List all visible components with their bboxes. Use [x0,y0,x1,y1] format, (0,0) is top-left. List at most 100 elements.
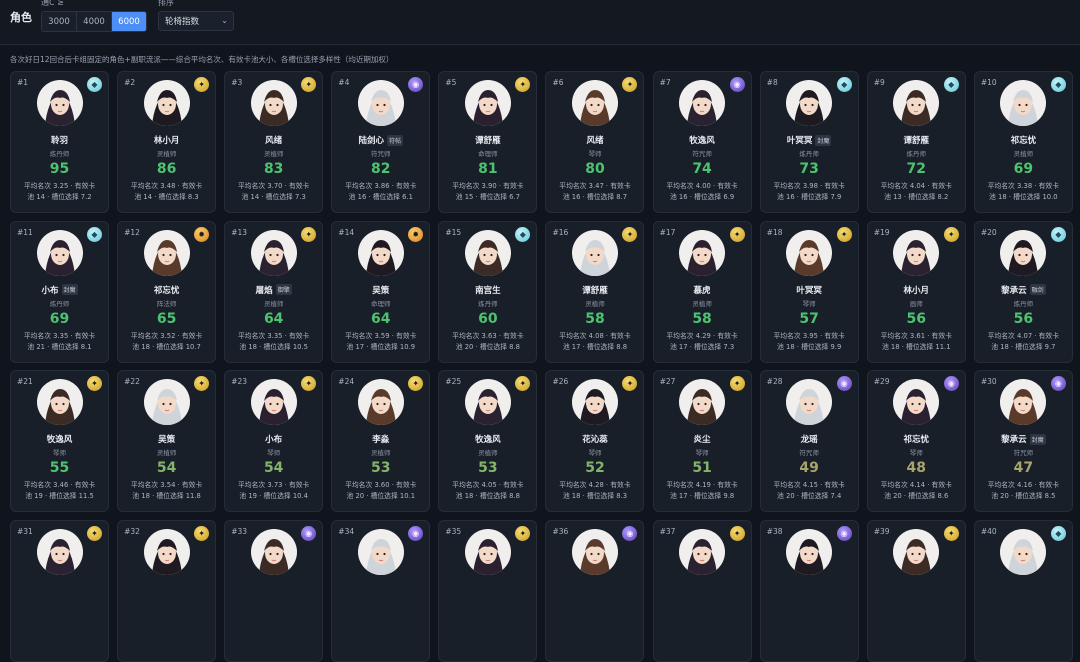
score-value: 69 [1013,161,1034,177]
character-role: 炼丹师 [49,299,70,308]
character-card[interactable]: #6 ✦ 风绪 琴师 80 平均名次 3.47 · 有效卡 池 16 · 槽位选… [545,71,645,213]
threshold-option-3000[interactable]: 3000 [42,12,77,31]
character-card[interactable]: #12 ✹ 祁忘忧 阵法师 65 平均名次 3.52 · 有效卡 池 18 · … [117,220,217,363]
character-card[interactable]: #21 ✦ 牧逸风 琴师 55 平均名次 3.46 · 有效卡 池 19 · 槽… [10,370,109,512]
name-row: 黎承云 融剑 [975,284,1072,296]
character-card[interactable]: #14 ✹ 吴策 命理师 64 平均名次 3.59 · 有效卡 池 17 · 槽… [331,220,431,363]
score-value: 56 [1013,310,1034,327]
stats-line-1: 平均名次 3.90 · 有效卡 [452,182,524,190]
rank-label: #39 [873,526,890,536]
sect-badge-icon: ✦ [87,525,102,541]
character-role: 琴师 [909,449,923,457]
stats-line-1: 平均名次 3.52 · 有效卡 [130,331,203,340]
character-role: 符咒师 [1013,449,1034,457]
character-card[interactable]: #7 ◉ 牧逸风 符咒师 74 平均名次 4.00 · 有效卡 池 16 · 槽… [652,71,752,213]
score-value: 80 [585,161,605,177]
character-name: 小布 [41,285,59,296]
character-card[interactable]: #32 ✦ [117,519,217,662]
character-card[interactable]: #39 ✦ [866,519,966,662]
character-role: 炼丹师 [799,150,819,158]
character-card[interactable]: #40 ◆ [973,519,1073,662]
rank-label: #34 [338,526,355,536]
character-card[interactable]: #8 ◆ 叶冥冥 封魔 炼丹师 73 平均名次 3.98 · 有效卡 池 16 … [759,71,859,213]
rank-label: #4 [338,78,350,87]
character-card[interactable]: #11 ◆ 小布 封魔 炼丹师 69 平均名次 3.35 · 有效卡 池 21 … [10,220,109,363]
name-row: 吴策 [118,433,215,445]
sect-badge-icon: ◆ [1050,525,1066,541]
sect-badge-icon: ✦ [515,376,531,391]
character-card[interactable]: #29 ◉ 祁忘忧 琴师 48 平均名次 4.14 · 有效卡 池 20 · 槽… [866,370,966,512]
character-card[interactable]: #17 ✦ 慕虎 灵植师 58 平均名次 4.29 · 有效卡 池 17 · 槽… [652,220,752,363]
character-card[interactable]: #10 ◆ 祁忘忧 灵植师 69 平均名次 3.38 · 有效卡 池 18 · … [973,71,1073,213]
character-card[interactable]: #38 ◉ [759,519,859,662]
threshold-option-4000[interactable]: 4000 [77,12,112,31]
character-card[interactable]: #34 ◉ [331,519,431,662]
rank-label: #36 [552,526,569,536]
character-card[interactable]: #31 ✦ [10,519,109,662]
avatar [786,80,833,126]
avatar [143,528,190,575]
avatar [786,229,833,276]
character-card[interactable]: #22 ✦ 吴策 灵植师 54 平均名次 3.54 · 有效卡 池 18 · 槽… [117,370,217,512]
avatar [250,80,297,126]
character-card[interactable]: #26 ✦ 花沁蕊 琴师 52 平均名次 4.28 · 有效卡 池 18 · 槽… [545,370,645,512]
character-card[interactable]: #3 ✦ 风绪 灵植师 83 平均名次 3.70 · 有效卡 池 14 · 槽位… [224,71,324,213]
stats-line-1: 平均名次 3.46 · 有效卡 [23,481,96,489]
avatar [464,229,511,276]
stats-line-1: 平均名次 3.48 · 有效卡 [130,182,203,190]
character-name: 吴策 [158,435,176,445]
character-card[interactable]: #35 ✦ [438,519,538,662]
avatar [679,379,726,425]
rank-label: #8 [766,78,778,87]
name-row: 牧逸风 [654,134,751,146]
sort-label: 排序 [158,0,174,7]
character-card[interactable]: #16 ✦ 谭舒雁 灵植师 58 平均名次 4.08 · 有效卡 池 17 · … [545,220,645,363]
character-card[interactable]: #13 ✦ 屠焰 御擎 灵植师 64 平均名次 3.35 · 有效卡 池 18 … [224,220,324,363]
rank-label: #10 [980,78,997,87]
sect-badge-icon: ◉ [836,376,852,391]
character-card[interactable]: #1 ◆ 聆羽 炼丹师 95 平均名次 3.25 · 有效卡 池 14 · 槽位… [10,71,109,213]
sort-select[interactable]: 轮椅指数 ⌄ [158,11,234,31]
avatar [893,229,940,276]
character-card[interactable]: #23 ✦ 小布 琴师 54 平均名次 3.73 · 有效卡 池 19 · 槽位… [224,370,324,512]
character-role: 符咒师 [692,150,712,158]
sect-badge-icon: ◆ [836,77,852,92]
character-card[interactable]: #2 ✦ 林小月 灵植师 86 平均名次 3.48 · 有效卡 池 14 · 槽… [117,71,217,213]
character-card[interactable]: #25 ✦ 牧逸风 灵植师 53 平均名次 4.05 · 有效卡 池 18 · … [438,370,538,512]
character-card[interactable]: #27 ✦ 炎尘 琴师 51 平均名次 4.19 · 有效卡 池 17 · 槽位… [652,370,752,512]
stats-text: 平均名次 4.05 · 有效卡 池 18 · 槽位选择 8.8 [442,480,533,502]
score-value: 49 [799,460,819,476]
character-card[interactable]: #33 ◉ [224,519,324,662]
character-role: 灵植师 [585,299,605,308]
score-value: 48 [906,460,926,476]
character-card[interactable]: #24 ✦ 李淼 灵植师 53 平均名次 3.60 · 有效卡 池 20 · 槽… [331,370,431,512]
threshold-option-6000[interactable]: 6000 [112,12,146,31]
character-card[interactable]: #37 ✦ [652,519,752,662]
character-card[interactable]: #4 ◉ 陆剑心 符帖 符咒师 82 平均名次 3.86 · 有效卡 池 16 … [331,71,431,213]
avatar [36,229,83,276]
character-card[interactable]: #5 ✦ 谭舒雁 命理师 81 平均名次 3.90 · 有效卡 池 15 · 槽… [438,71,538,213]
stats-line-1: 平均名次 3.54 · 有效卡 [130,481,203,489]
character-card[interactable]: #30 ◉ 黎承云 封魔 符咒师 47 平均名次 4.16 · 有效卡 池 20… [973,370,1073,512]
character-role: 灵植师 [692,299,712,308]
name-row: 慕虎 [654,284,751,296]
character-card[interactable]: #28 ◉ 龙瑶 符咒师 49 平均名次 4.15 · 有效卡 池 20 · 槽… [759,370,859,512]
character-name: 祁忘忧 [903,435,929,445]
score-value: 51 [692,460,712,476]
character-card[interactable]: #36 ◉ [545,519,645,662]
score-value: 58 [692,310,712,327]
character-name: 牧逸风 [689,136,715,146]
character-role: 灵植师 [263,150,284,158]
rank-label: #6 [552,78,564,87]
character-card[interactable]: #9 ◆ 谭舒雁 炼丹师 72 平均名次 4.04 · 有效卡 池 13 · 槽… [866,71,966,213]
character-role: 琴师 [53,449,66,457]
character-card[interactable]: #18 ✦ 叶冥冥 琴师 57 平均名次 3.95 · 有效卡 池 18 · 槽… [759,220,859,363]
character-name: 风绪 [586,136,604,146]
character-name: 小布 [265,435,283,445]
character-card[interactable]: #19 ✦ 林小月 画师 56 平均名次 3.61 · 有效卡 池 18 · 槽… [866,220,966,363]
stats-line-2: 池 19 · 槽位选择 11.5 [25,492,94,500]
rank-label: #17 [659,227,676,237]
character-role: 琴师 [588,150,602,158]
character-card[interactable]: #15 ◆ 南宫生 炼丹师 60 平均名次 3.63 · 有效卡 池 20 · … [438,220,538,363]
character-card[interactable]: #20 ◆ 黎承云 融剑 炼丹师 56 平均名次 4.07 · 有效卡 池 18… [973,220,1073,363]
